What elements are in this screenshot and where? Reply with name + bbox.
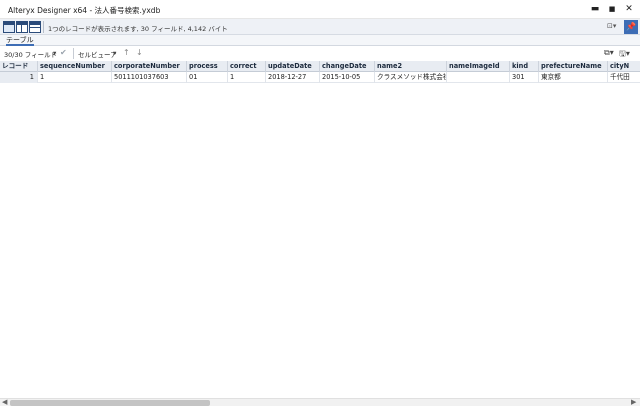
scrollbar-thumb[interactable]: [10, 400, 210, 406]
divider: [73, 48, 74, 59]
column-header-corporate-number[interactable]: corporateNumber: [112, 61, 187, 72]
save-icon[interactable]: 🖫▾: [619, 48, 630, 62]
table-cell[interactable]: 01: [187, 72, 228, 83]
table-cell[interactable]: 1: [38, 72, 112, 83]
data-grid: レコード sequenceNumber corporateNumber proc…: [0, 61, 640, 395]
table-cell[interactable]: [447, 72, 510, 83]
table-cell[interactable]: 5011101037603: [112, 72, 187, 83]
layout-single-icon[interactable]: [3, 21, 15, 33]
table-cell[interactable]: クラスメソッド株式会社: [375, 72, 447, 83]
cell-viewer-dropdown[interactable]: セルビューア: [78, 49, 117, 59]
title-bar: Alteryx Designer x64 - 法人番号検索.yxdb ▬ ■ ✕: [0, 0, 640, 19]
column-header-correct[interactable]: correct: [228, 61, 266, 72]
divider: [43, 21, 44, 33]
chevron-down-icon[interactable]: ▾: [113, 49, 116, 57]
horizontal-scrollbar[interactable]: ◀ ▶: [0, 398, 640, 406]
results-info-bar: 1つのレコードが表示されます, 30 フィールド, 4,142 バイト ⊡▾ 📌: [0, 19, 640, 35]
table-cell[interactable]: 東京都: [539, 72, 608, 83]
tab-table[interactable]: テーブル: [6, 36, 34, 46]
column-header-city-name[interactable]: cityN: [608, 61, 640, 72]
column-header-sequence-number[interactable]: sequenceNumber: [38, 61, 112, 72]
scroll-left-icon[interactable]: ◀: [2, 398, 7, 406]
table-cell[interactable]: 2015-10-05: [320, 72, 375, 83]
field-selector-dropdown[interactable]: 30/30 フィールド: [4, 49, 57, 59]
window-title: Alteryx Designer x64 - 法人番号検索.yxdb: [8, 6, 161, 15]
minimize-icon[interactable]: ▬: [586, 2, 604, 17]
column-header-kind[interactable]: kind: [510, 61, 539, 72]
record-number-cell[interactable]: 1: [0, 72, 38, 83]
table-cell[interactable]: 301: [510, 72, 539, 83]
table-cell[interactable]: 2018-12-27: [266, 72, 320, 83]
table-row[interactable]: 1 1 5011101037603 01 1 2018-12-27 2015-1…: [0, 72, 640, 83]
column-header-prefecture-name[interactable]: prefectureName: [539, 61, 608, 72]
table-cell[interactable]: 1: [228, 72, 266, 83]
column-header-change-date[interactable]: changeDate: [320, 61, 375, 72]
copy-icon[interactable]: ⧉▾: [604, 48, 614, 58]
layout-horizontal-split-icon[interactable]: [29, 21, 41, 33]
arrow-down-icon[interactable]: ↓: [136, 48, 143, 57]
check-icon[interactable]: ✔: [60, 48, 67, 57]
column-header-record[interactable]: レコード: [0, 61, 38, 72]
column-header-name2[interactable]: name2: [375, 61, 447, 72]
options-dropdown-icon[interactable]: ⊡▾: [607, 22, 622, 32]
chevron-down-icon[interactable]: ▾: [53, 49, 56, 57]
maximize-icon[interactable]: ■: [603, 2, 621, 17]
record-summary: 1つのレコードが表示されます, 30 フィールド, 4,142 バイト: [48, 25, 228, 33]
scroll-right-icon[interactable]: ▶: [631, 398, 636, 406]
table-cell[interactable]: 千代田: [608, 72, 640, 83]
layout-vertical-split-icon[interactable]: [16, 21, 28, 33]
pin-icon[interactable]: 📌: [624, 20, 638, 34]
close-icon[interactable]: ✕: [620, 2, 638, 17]
grid-header-row: レコード sequenceNumber corporateNumber proc…: [0, 61, 640, 72]
tab-bar: テーブル: [0, 35, 640, 46]
column-header-update-date[interactable]: updateDate: [266, 61, 320, 72]
arrow-up-icon[interactable]: ↑: [123, 48, 130, 57]
column-header-process[interactable]: process: [187, 61, 228, 72]
column-header-name-image-id[interactable]: nameImageId: [447, 61, 510, 72]
table-toolbar: 30/30 フィールド ▾ ✔ セルビューア ▾ ↑ ↓ ⧉▾ 🖫▾: [0, 46, 640, 61]
